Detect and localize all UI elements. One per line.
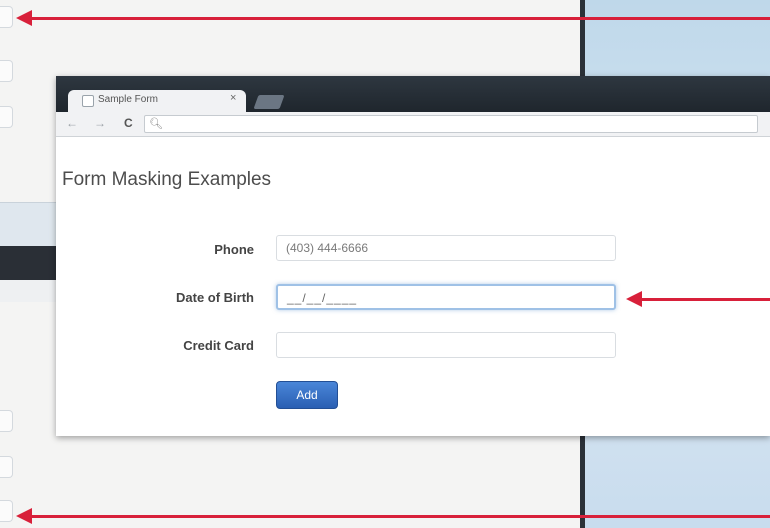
search-icon: 🔍︎ — [149, 118, 163, 130]
date-of-birth-label: Date of Birth — [176, 290, 254, 305]
background-field — [0, 456, 13, 478]
tab-close-icon[interactable]: × — [230, 92, 236, 104]
browser-titlebar: Sample Form × — [56, 76, 770, 112]
browser-tab[interactable]: Sample Form × — [68, 90, 246, 112]
tab-title: Sample Form — [98, 94, 159, 105]
add-button[interactable]: Add — [276, 381, 338, 409]
background-panel-left — [0, 202, 60, 249]
credit-card-input[interactable] — [276, 332, 616, 358]
annotation-arrow-date — [626, 291, 770, 307]
credit-card-label: Credit Card — [183, 338, 254, 353]
back-arrow-icon[interactable]: ← — [66, 116, 78, 130]
arrow-head-icon — [626, 291, 642, 307]
date-of-birth-mask: __/__/____ — [287, 291, 358, 305]
phone-label: Phone — [214, 242, 254, 257]
new-tab-button[interactable] — [253, 95, 285, 109]
page-favicon-icon — [82, 95, 94, 107]
background-field — [0, 106, 13, 128]
annotation-arrow-bottom — [16, 508, 770, 524]
page-content: Form Masking Examples Phone (403) 444-66… — [56, 137, 770, 436]
page-title: Form Masking Examples — [62, 169, 272, 190]
phone-value: (403) 444-6666 — [286, 241, 369, 255]
arrow-head-icon — [16, 10, 32, 26]
background-field — [0, 500, 13, 522]
phone-input[interactable]: (403) 444-6666 — [276, 235, 616, 261]
background-field — [0, 60, 13, 82]
date-of-birth-input[interactable]: __/__/____ — [276, 284, 616, 310]
browser-toolbar: ← → C 🔍︎ — [56, 112, 770, 137]
background-field — [0, 410, 13, 432]
forward-arrow-icon[interactable]: → — [94, 116, 106, 130]
browser-window: Sample Form × ← → C 🔍︎ Form Masking Exam… — [56, 76, 770, 436]
background-bar-left — [0, 246, 60, 280]
background-field — [0, 6, 13, 28]
background-strip-left — [0, 280, 60, 302]
annotation-arrow-top — [16, 10, 770, 26]
reload-icon[interactable]: C — [124, 116, 133, 130]
address-bar[interactable]: 🔍︎ — [144, 115, 758, 133]
arrow-head-icon — [16, 508, 32, 524]
